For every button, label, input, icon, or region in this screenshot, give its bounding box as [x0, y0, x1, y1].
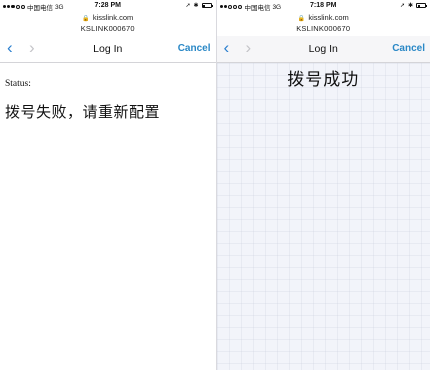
status-time: 7:18 PM — [310, 1, 337, 9]
status-bar: 中国电信 3G 7:18 PM ➚ ✱ — [217, 0, 430, 12]
lock-icon: 🔒 — [82, 16, 90, 22]
status-time: 7:28 PM — [94, 1, 121, 9]
lock-icon: 🔒 — [297, 16, 306, 22]
navigation-bar: ‹ › Log In Cancel — [216, 36, 430, 63]
url-display: 🔒 kisslink.com KSLINK000670 — [0, 13, 216, 34]
status-indicators: ➚ ✱ — [399, 2, 427, 9]
url-domain: kisslink.com — [92, 13, 134, 22]
dial-failure-message: 拨号失败，请重新配置 — [5, 103, 161, 121]
location-arrow-icon: ➚ — [185, 3, 191, 9]
location-arrow-icon: ➚ — [399, 3, 405, 9]
page-content: 拨号成功 — [216, 63, 430, 370]
navigation-bar: ‹ › Log In Cancel — [0, 36, 216, 63]
page-content: Status: 拨号失败，请重新配置 — [0, 63, 216, 370]
dial-success-message: 拨号成功 — [287, 70, 360, 90]
right-phone-screen: 中国电信 3G 7:18 PM ➚ ✱ 🔒 kisslink.com KSLIN… — [215, 0, 430, 370]
status-label: Status: — [5, 79, 31, 89]
status-bar: 中国电信 3G 7:28 PM ➚ ✱ — [0, 0, 216, 12]
bluetooth-icon: ✱ — [407, 3, 413, 9]
url-domain: kisslink.com — [308, 13, 349, 22]
cancel-button[interactable]: Cancel — [178, 43, 211, 54]
left-phone-screen: 中国电信 3G 7:28 PM ➚ ✱ 🔒 kisslink.com KSLIN… — [0, 0, 216, 370]
cancel-button[interactable]: Cancel — [392, 43, 425, 54]
network-ssid: KSLINK000670 — [80, 24, 135, 33]
battery-icon — [201, 3, 213, 8]
battery-icon — [416, 3, 427, 8]
status-indicators: ➚ ✱ — [185, 2, 213, 9]
bluetooth-icon: ✱ — [193, 3, 199, 9]
screenshot-pair: 中国电信 3G 7:28 PM ➚ ✱ 🔒 kisslink.com KSLIN… — [0, 0, 430, 370]
network-ssid: KSLINK000670 — [296, 24, 351, 33]
url-display: 🔒 kisslink.com KSLINK000670 — [217, 13, 430, 34]
